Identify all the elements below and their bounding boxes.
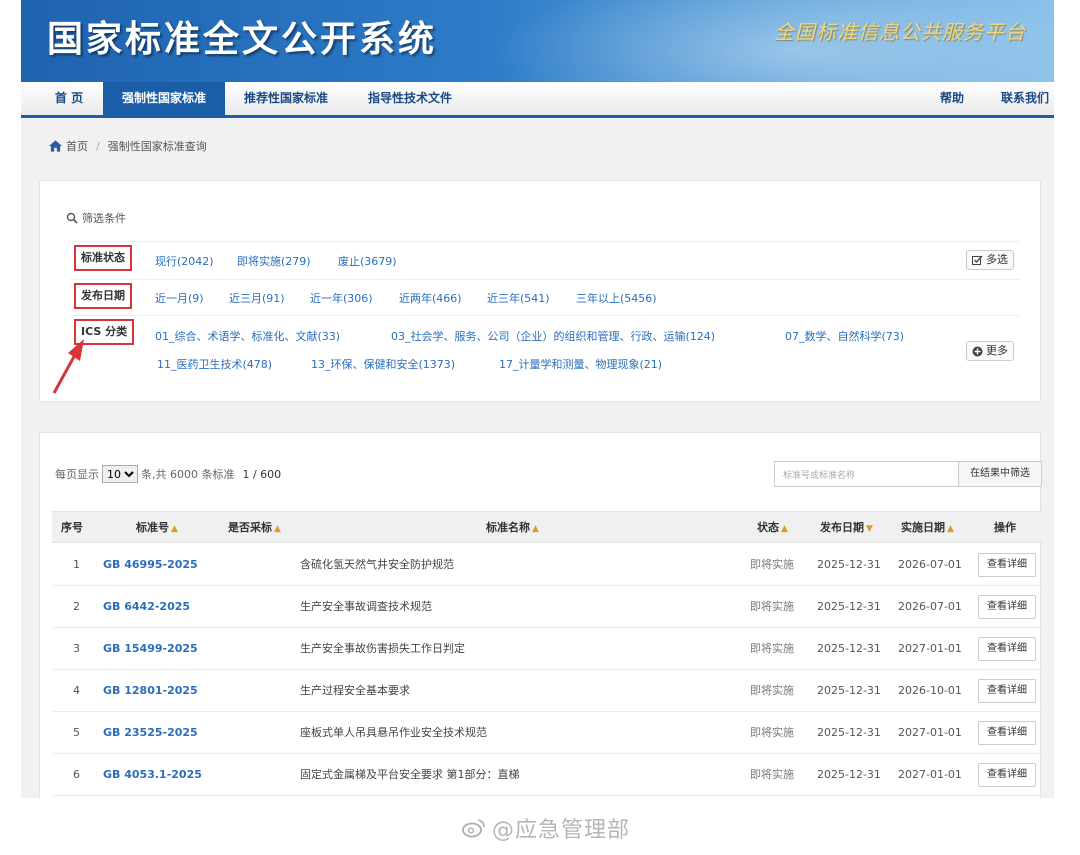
table-row: 4 GB 12801-2025 生产过程安全基本要求 即将实施 2025-12-31 20…: [52, 670, 1043, 712]
cell-code[interactable]: GB 4053.1-2025: [103, 754, 202, 796]
cell-code[interactable]: GB 23525-2025: [103, 712, 198, 754]
cell-pub: 2025-12-31: [817, 768, 881, 781]
nav-home[interactable]: 首 页: [37, 82, 101, 115]
view-detail-button[interactable]: 查看详细: [978, 553, 1036, 577]
nav-contact[interactable]: 联系我们: [1001, 82, 1049, 115]
main-nav: 首 页 强制性国家标准 推荐性国家标准 指导性技术文件 帮助 联系我们: [21, 82, 1054, 118]
col-action: 操作: [994, 521, 1016, 534]
cell-code[interactable]: GB 15499-2025: [103, 628, 198, 670]
annotation-arrow: [52, 339, 84, 394]
cell-status: 即将实施: [750, 726, 794, 739]
nav-guidance-documents[interactable]: 指导性技术文件: [355, 82, 465, 115]
nav-mandatory-standards[interactable]: 强制性国家标准: [103, 82, 225, 115]
cell-pub: 2025-12-31: [817, 558, 881, 571]
col-impl-date[interactable]: 实施日期 ▲: [901, 512, 954, 544]
col-adopted[interactable]: 是否采标 ▲: [228, 512, 281, 544]
sort-icon: ▲: [274, 524, 281, 534]
cell-status: 即将实施: [750, 768, 794, 781]
view-detail-button[interactable]: 查看详细: [978, 679, 1036, 703]
watermark-text: @应急管理部: [492, 818, 631, 843]
cell-name: 生产安全事故伤害损失工作日判定: [300, 642, 465, 655]
cell-impl: 2026-10-01: [898, 684, 962, 697]
cell-code[interactable]: GB 46995-2025: [103, 544, 198, 586]
site-title: 国家标准全文公开系统: [47, 19, 438, 60]
per-page-select[interactable]: 10: [102, 465, 138, 483]
cell-no: 6: [73, 768, 80, 781]
weibo-icon: [462, 819, 485, 838]
results-panel: 每页显示 10 条,共 6000 条标准 1 / 600 标准号或标准名称 在结…: [39, 432, 1043, 798]
col-no: 序号: [61, 521, 83, 534]
total-count: 条,共 6000 条标准: [141, 468, 235, 481]
cell-no: 2: [73, 600, 80, 613]
table-row: 6 GB 4053.1-2025 固定式金属梯及平台安全要求 第1部分：直梯 即将实施…: [52, 754, 1043, 796]
table-row: 3 GB 15499-2025 生产安全事故伤害损失工作日判定 即将实施 2025-12…: [52, 628, 1043, 670]
col-pub-date[interactable]: 发布日期 ▼: [820, 512, 873, 544]
home-icon: [49, 140, 62, 152]
sort-icon: ▲: [532, 524, 539, 534]
table-row: 5 GB 23525-2025 座板式单人吊具悬吊作业安全技术规范 即将实施 2025-…: [52, 712, 1043, 754]
watermark: @应急管理部: [462, 812, 630, 844]
cell-no: 3: [73, 642, 80, 655]
cell-status: 即将实施: [750, 600, 794, 613]
cell-status: 即将实施: [750, 642, 794, 655]
cell-pub: 2025-12-31: [817, 726, 881, 739]
page-indicator: 1 / 600: [242, 467, 282, 481]
cell-code[interactable]: GB 12801-2025: [103, 670, 198, 712]
col-status[interactable]: 状态 ▲: [757, 512, 788, 544]
cell-name: 生产安全事故调查技术规范: [300, 600, 432, 613]
pager: 每页显示 10 条,共 6000 条标准 1 / 600: [55, 465, 281, 483]
cell-impl: 2026-07-01: [898, 600, 962, 613]
cell-name: 生产过程安全基本要求: [300, 684, 410, 697]
cell-impl: 2027-01-01: [898, 726, 962, 739]
cell-impl: 2027-01-01: [898, 768, 962, 781]
table-row: 2 GB 6442-2025 生产安全事故调查技术规范 即将实施 2025-12-31 2…: [52, 586, 1043, 628]
cell-impl: 2026-07-01: [898, 558, 962, 571]
cell-status: 即将实施: [750, 558, 794, 571]
cell-pub: 2025-12-31: [817, 600, 881, 613]
cell-code[interactable]: GB 6442-2025: [103, 586, 190, 628]
breadcrumb-separator: /: [96, 139, 100, 153]
filter-in-results-button[interactable]: 在结果中筛选: [958, 461, 1042, 487]
sort-icon: ▲: [947, 524, 954, 534]
sort-desc-icon: ▼: [866, 524, 873, 534]
col-name[interactable]: 标准名称 ▲: [486, 512, 539, 544]
view-detail-button[interactable]: 查看详细: [978, 637, 1036, 661]
view-detail-button[interactable]: 查看详细: [978, 721, 1036, 745]
cell-no: 1: [73, 558, 80, 571]
nav-recommended-standards[interactable]: 推荐性国家标准: [231, 82, 341, 115]
site-banner: 国家标准全文公开系统 全国标准信息公共服务平台: [21, 0, 1054, 82]
cell-name: 含硫化氢天然气井安全防护规范: [300, 558, 454, 571]
breadcrumb: 首页 / 强制性国家标准查询: [49, 138, 207, 154]
result-search-input[interactable]: 标准号或标准名称: [774, 461, 959, 487]
view-detail-button[interactable]: 查看详细: [978, 595, 1036, 619]
page: 国家标准全文公开系统 全国标准信息公共服务平台 首 页 强制性国家标准 推荐性国…: [0, 0, 1080, 855]
cell-name: 座板式单人吊具悬吊作业安全技术规范: [300, 726, 487, 739]
table-row: 1 GB 46995-2025 含硫化氢天然气井安全防护规范 即将实施 2025-12-…: [52, 544, 1043, 586]
cell-no: 4: [73, 684, 80, 697]
table-header: 序号 标准号 ▲ 是否采标 ▲ 标准名称 ▲ 状态 ▲ 发布日期 ▼ 实施日期 ▲ 操作: [52, 511, 1043, 543]
cell-impl: 2027-01-01: [898, 642, 962, 655]
platform-slogan: 全国标准信息公共服务平台: [774, 20, 1026, 44]
browser-content: 国家标准全文公开系统 全国标准信息公共服务平台 首 页 强制性国家标准 推荐性国…: [21, 0, 1054, 798]
cell-pub: 2025-12-31: [817, 684, 881, 697]
cell-status: 即将实施: [750, 684, 794, 697]
breadcrumb-home[interactable]: 首页: [66, 138, 88, 154]
filter-panel: 筛选条件 标准状态 现行(2042) 即将实施(279) 废止(3679) 多选…: [39, 180, 1041, 402]
sort-icon: ▲: [171, 524, 178, 534]
col-code[interactable]: 标准号 ▲: [136, 512, 178, 544]
cell-name: 固定式金属梯及平台安全要求 第1部分：直梯: [300, 768, 520, 781]
cell-no: 5: [73, 726, 80, 739]
cell-pub: 2025-12-31: [817, 642, 881, 655]
nav-help[interactable]: 帮助: [940, 82, 964, 115]
sort-icon: ▲: [781, 524, 788, 534]
view-detail-button[interactable]: 查看详细: [978, 763, 1036, 787]
breadcrumb-current: 强制性国家标准查询: [107, 140, 207, 153]
per-page-label: 每页显示: [55, 468, 99, 481]
